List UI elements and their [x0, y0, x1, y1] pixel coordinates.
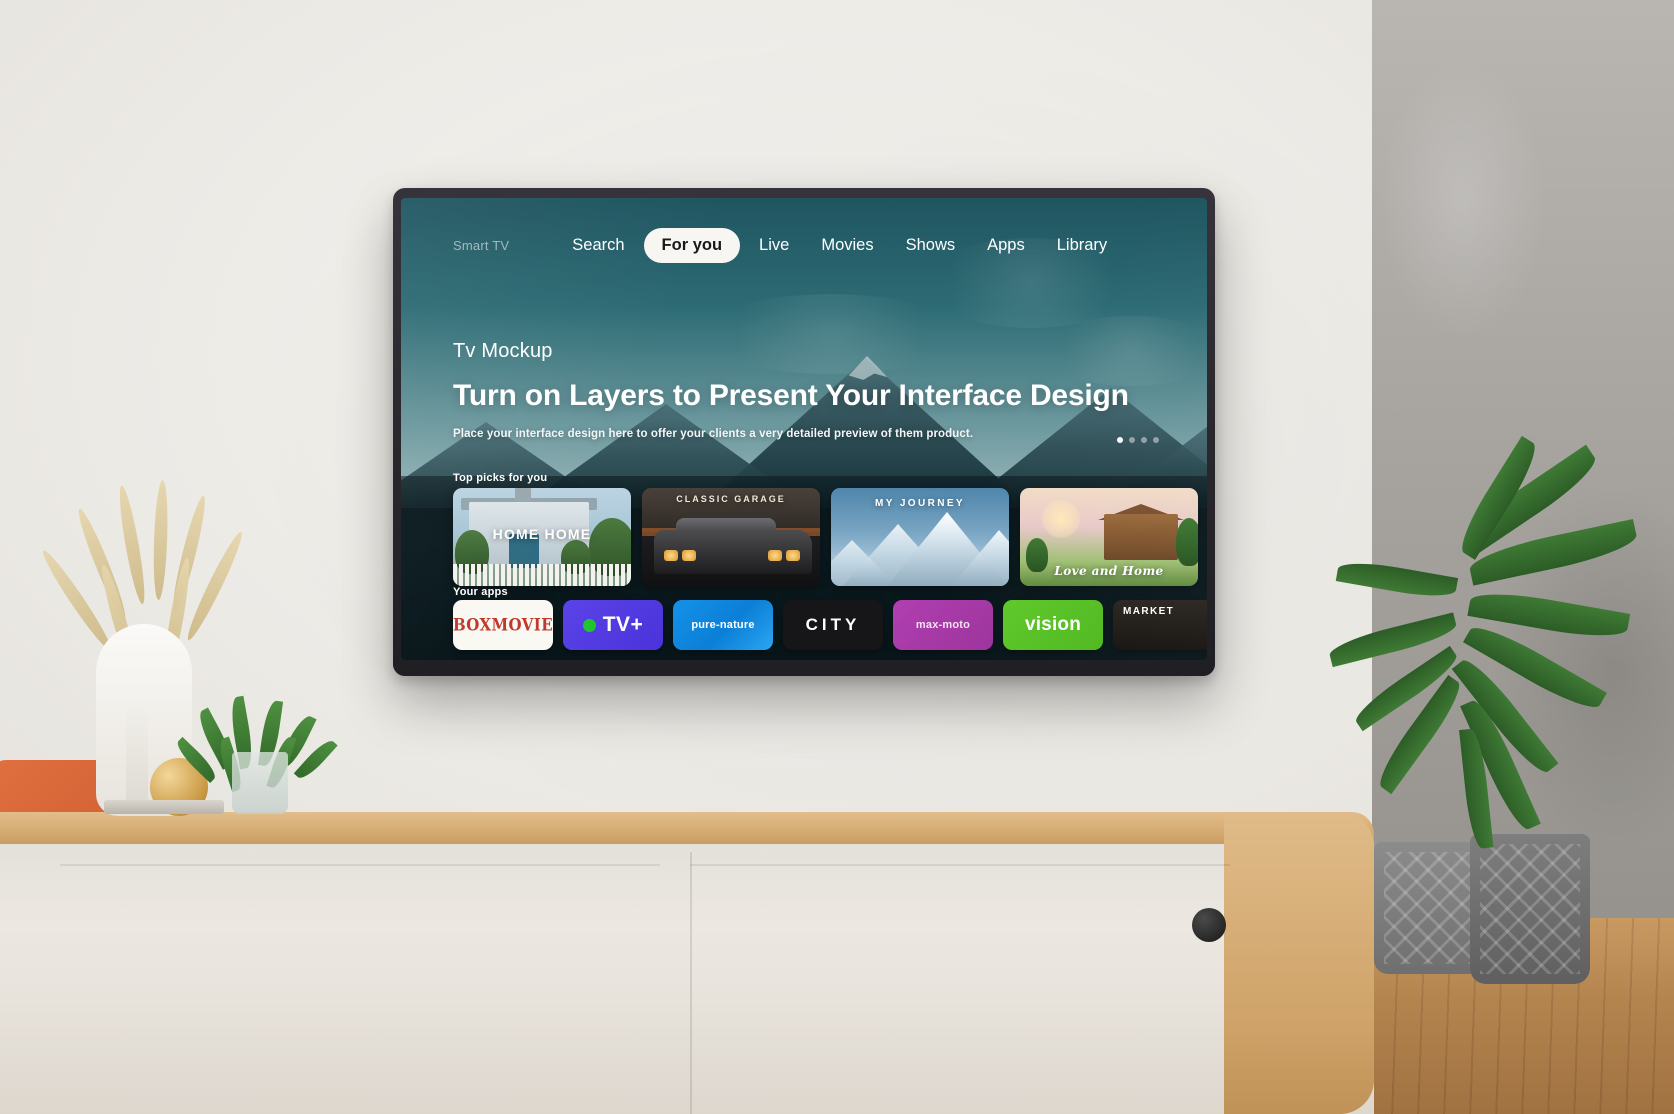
app-label: pure-nature [691, 619, 755, 631]
carousel-dot-2[interactable] [1129, 437, 1135, 443]
nav-item-apps[interactable]: Apps [974, 230, 1038, 261]
app-tile-city[interactable]: CITY [783, 600, 883, 650]
carousel-dot-1[interactable] [1117, 437, 1123, 443]
nav-item-live[interactable]: Live [746, 230, 802, 261]
card-classic-garage[interactable]: CLASSIC GARAGE [642, 488, 820, 586]
nav-item-movies[interactable]: Movies [808, 230, 886, 261]
hero-eyebrow: Tv Mockup [453, 340, 553, 362]
app-tile-market[interactable]: MARKET [1113, 600, 1207, 650]
app-label: max-moto [915, 619, 971, 631]
app-tile-pure-nature[interactable]: pure-nature [673, 600, 773, 650]
nav-item-library[interactable]: Library [1044, 230, 1120, 261]
hero-text-block: Tv Mockup Turn on Layers to Present Your… [453, 340, 1129, 440]
nav-item-search[interactable]: Search [559, 230, 637, 261]
hero-title: Turn on Layers to Present Your Interface… [453, 379, 1129, 412]
room-scene: Smart TV Search For you Live Movies Show… [0, 0, 1674, 1114]
app-tile-vision[interactable]: vision [1003, 600, 1103, 650]
your-apps-row: BOXMOVIE TV+ pure-nature CITY max-moto v… [453, 600, 1207, 650]
nav-item-shows[interactable]: Shows [893, 230, 969, 261]
card-title: MY JOURNEY [875, 498, 965, 509]
top-picks-row: HOME HOME CLASSIC GARAGE MY JOURNEY Love… [453, 488, 1207, 586]
carousel-dot-4[interactable] [1153, 437, 1159, 443]
card-home-home[interactable]: HOME HOME [453, 488, 631, 586]
console-knob [1192, 908, 1226, 942]
app-label: vision [1024, 614, 1082, 635]
top-navigation: Smart TV Search For you Live Movies Show… [401, 198, 1207, 263]
television: Smart TV Search For you Live Movies Show… [393, 188, 1215, 676]
app-label: MARKET [1123, 606, 1175, 617]
vase-neck [126, 700, 148, 810]
carousel-dots[interactable] [1117, 437, 1159, 443]
app-tile-tv-plus[interactable]: TV+ [563, 600, 663, 650]
row-label-top-picks: Top picks for you [453, 472, 548, 484]
app-tile-max-moto[interactable]: max-moto [893, 600, 993, 650]
hero-subtitle: Place your interface design here to offe… [453, 427, 974, 440]
app-label: BOXMOVIE [453, 614, 553, 636]
glass-plant-pot [232, 752, 288, 814]
card-title: Love and Home [1054, 564, 1164, 578]
app-tile-boxmovie[interactable]: BOXMOVIE [453, 600, 553, 650]
card-title: HOME HOME [492, 526, 592, 542]
nav-item-for-you[interactable]: For you [643, 228, 741, 263]
palm-plant-group [1326, 435, 1674, 990]
card-my-journey[interactable]: MY JOURNEY [831, 488, 1009, 586]
app-label: CITY [805, 615, 861, 634]
plant-pot-left [1374, 842, 1482, 974]
tv-screen: Smart TV Search For you Live Movies Show… [401, 198, 1207, 660]
console-right-edge [1224, 812, 1374, 1114]
card-love-and-home[interactable]: Love and Home [1020, 488, 1198, 586]
console-sideboard [0, 812, 1374, 1114]
carousel-dot-3[interactable] [1141, 437, 1147, 443]
row-label-your-apps: Your apps [453, 586, 508, 598]
card-title: CLASSIC GARAGE [676, 494, 786, 504]
plant-pot-right [1470, 834, 1590, 984]
console-front [0, 844, 1374, 1114]
app-label: TV+ [602, 613, 644, 636]
green-dot-icon [582, 618, 596, 632]
brand-label: Smart TV [453, 238, 510, 253]
